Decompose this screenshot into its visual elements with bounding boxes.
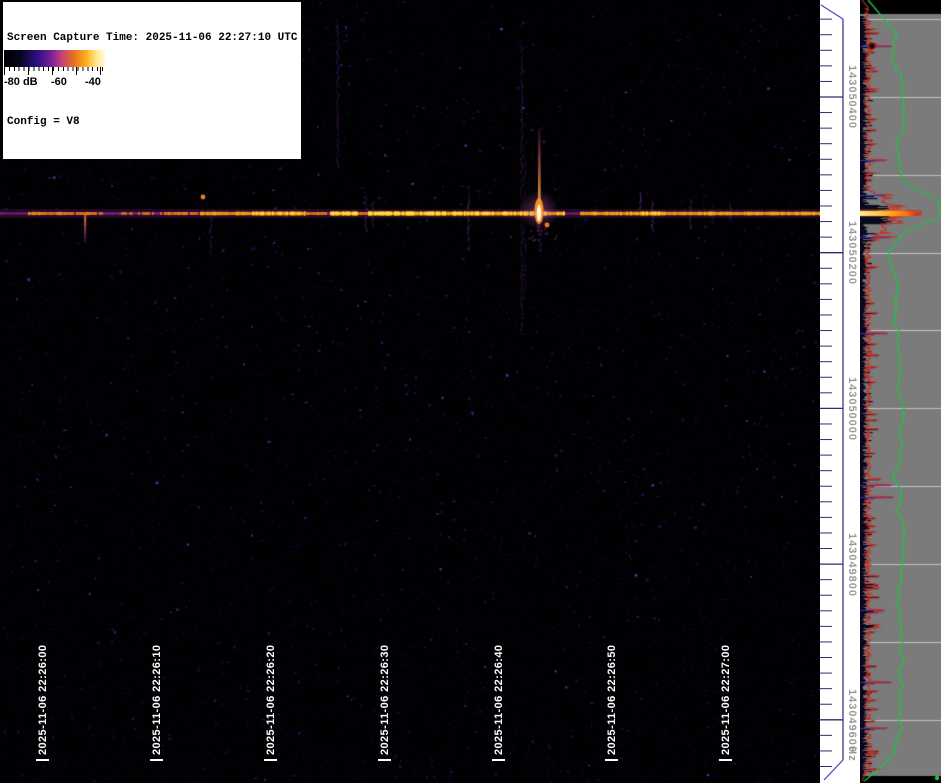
time-tick-mark	[719, 759, 732, 761]
frequency-tick-label: 143049600	[846, 689, 858, 753]
frequency-tick-label: 143049800	[846, 533, 858, 597]
colorbar-label-min: -80 dB	[4, 76, 38, 88]
time-tick-mark	[378, 759, 391, 761]
frequency-tick-label: 143050000	[846, 377, 858, 441]
colorbar-gradient	[4, 50, 107, 67]
time-tick-label: 2025-11-06 22:26:10	[151, 645, 163, 755]
time-tick-mark	[492, 759, 505, 761]
frequency-tick-label: 143050200	[846, 221, 858, 285]
colorbar-ruler-ticks	[4, 67, 107, 75]
time-tick-label: 2025-11-06 22:26:30	[379, 645, 391, 755]
time-tick-label: 2025-11-06 22:26:40	[493, 645, 505, 755]
frequency-tick-label: 143050400	[846, 65, 858, 129]
time-tick-mark	[150, 759, 163, 761]
config-text: Config = V8	[7, 115, 297, 129]
colorbar-label-max: -40	[85, 76, 101, 88]
time-tick-label: 2025-11-06 22:26:50	[606, 645, 618, 755]
time-tick-label: 2025-11-06 22:27:00	[720, 645, 732, 755]
frequency-unit-label: Hz	[846, 746, 858, 761]
time-tick-label: 2025-11-06 22:26:20	[265, 645, 277, 755]
capture-time-text: Screen Capture Time: 2025-11-06 22:27:10…	[7, 31, 297, 45]
spectrum-panel-canvas	[860, 0, 941, 783]
time-tick-mark	[264, 759, 277, 761]
time-tick-mark	[36, 759, 49, 761]
spectrogram-app-window: 2025-11-06 22:26:00 2025-11-06 22:26:10 20…	[0, 0, 941, 783]
colorbar-labels: -80 dB -60 -40	[3, 76, 109, 91]
time-tick-mark	[605, 759, 618, 761]
time-tick-label: 2025-11-06 22:26:00	[37, 645, 49, 755]
colorbar-legend: -80 dB -60 -40	[3, 49, 109, 93]
colorbar-label-mid: -60	[51, 76, 67, 88]
